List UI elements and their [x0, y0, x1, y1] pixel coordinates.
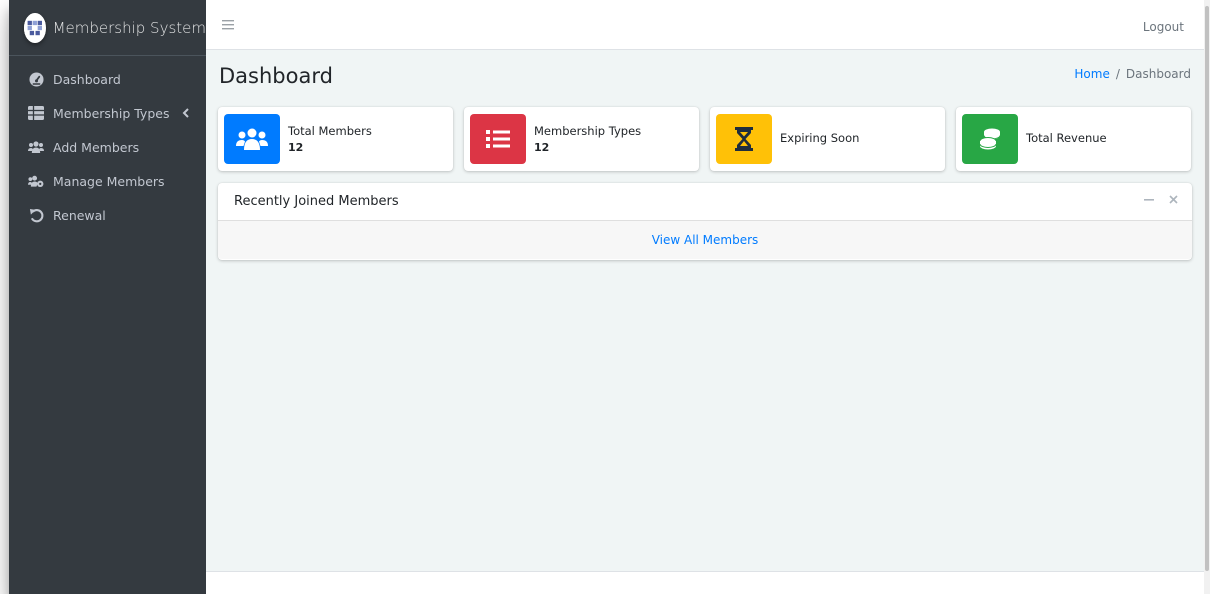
users-cog-icon	[28, 173, 44, 189]
info-box-label: Total Revenue	[1026, 130, 1107, 145]
sidebar-nav: Dashboard Membership Types Add Members M…	[9, 56, 206, 232]
card-title: Recently Joined Members	[234, 194, 399, 209]
sidebar-item-label: Manage Members	[53, 173, 165, 189]
info-box-content: Total Members 12	[288, 124, 372, 154]
undo-icon	[28, 207, 44, 223]
page-scrollbar[interactable]	[1204, 0, 1210, 594]
breadcrumb-home-link[interactable]: Home	[1074, 67, 1109, 81]
users-icon	[28, 139, 44, 155]
sidebar: Membership System Dashboard Membership T…	[9, 0, 206, 594]
brand-name: Membership System	[52, 18, 206, 37]
sidebar-item-manage-members[interactable]: Manage Members	[9, 164, 206, 198]
breadcrumb: Home / Dashboard	[1074, 67, 1191, 81]
content-wrapper: Dashboard Home / Dashboard Total Members 1…	[206, 50, 1204, 571]
sidebar-item-membership-types[interactable]: Membership Types	[9, 96, 206, 130]
times-icon[interactable]	[1169, 193, 1178, 209]
page-title: Dashboard	[219, 64, 333, 88]
minus-icon[interactable]	[1144, 193, 1154, 209]
info-box-total-revenue: Total Revenue	[956, 107, 1191, 171]
sidebar-item-label: Dashboard	[53, 71, 121, 87]
breadcrumb-separator: /	[1115, 67, 1120, 81]
view-all-members-link[interactable]: View All Members	[652, 233, 759, 247]
info-box-label: Expiring Soon	[780, 130, 860, 145]
card-header: Recently Joined Members	[218, 183, 1192, 221]
scrollbar-thumb[interactable]	[1205, 6, 1209, 571]
table-icon	[28, 105, 44, 121]
hourglass-icon	[716, 114, 772, 164]
info-box-content: Expiring Soon	[780, 131, 859, 148]
info-box-expiring-soon: Expiring Soon	[710, 107, 945, 171]
info-box-content: Total Revenue	[1026, 131, 1107, 148]
recent-members-card: Recently Joined Members View All Members	[218, 183, 1192, 260]
sidebar-item-dashboard[interactable]: Dashboard	[9, 62, 206, 96]
info-box-content: Membership Types 12	[534, 124, 641, 154]
main-footer	[206, 571, 1204, 594]
coins-icon	[962, 114, 1018, 164]
tachometer-icon	[28, 71, 44, 87]
sidebar-item-add-members[interactable]: Add Members	[9, 130, 206, 164]
members-logo-icon	[24, 12, 46, 43]
info-box-membership-types: Membership Types 12	[464, 107, 699, 171]
info-box-total-members: Total Members 12	[218, 107, 453, 171]
info-box-value: 12	[288, 141, 304, 154]
users-icon	[224, 114, 280, 164]
logout-link[interactable]: Logout	[1143, 20, 1184, 34]
sidebar-item-label: Membership Types	[53, 105, 170, 121]
info-box-label: Total Members	[288, 124, 372, 138]
info-box-label: Membership Types	[534, 124, 642, 138]
info-box-value: 12	[534, 141, 550, 154]
sidebar-item-renewal[interactable]: Renewal	[9, 198, 206, 232]
brand-link[interactable]: Membership System	[9, 0, 206, 56]
sidebar-item-label: Add Members	[53, 139, 140, 155]
chevron-left-icon	[182, 106, 190, 121]
top-navbar: Logout	[206, 0, 1210, 50]
bars-icon[interactable]	[222, 15, 236, 30]
sidebar-item-label: Renewal	[53, 207, 106, 223]
list-icon	[470, 114, 526, 164]
card-footer: View All Members	[218, 221, 1192, 259]
breadcrumb-current: Dashboard	[1125, 67, 1191, 81]
